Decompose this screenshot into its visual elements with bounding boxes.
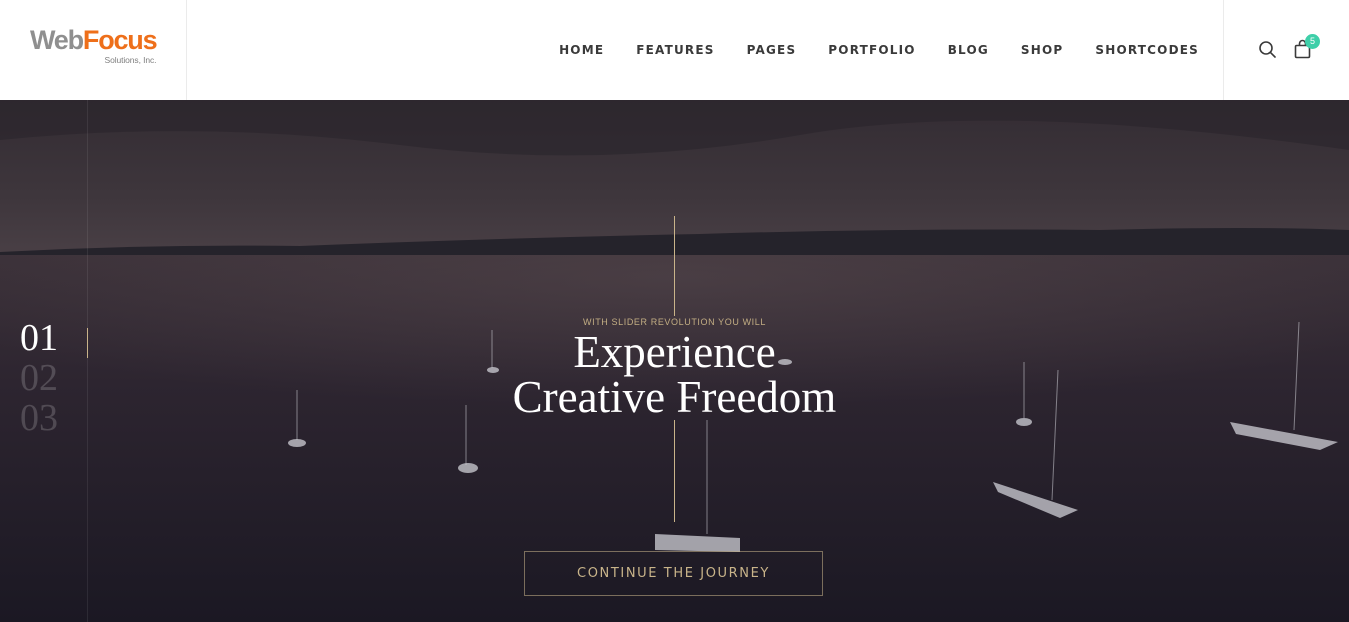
- nav-pages[interactable]: PAGES: [747, 43, 797, 57]
- nav-portfolio[interactable]: PORTFOLIO: [828, 43, 915, 57]
- headline-line-2: Creative Freedom: [512, 372, 837, 422]
- slide-eyebrow: WITH SLIDER REVOLUTION YOU WILL: [583, 317, 766, 327]
- decorative-line-top: [674, 216, 675, 316]
- logo-area: WebFocus Solutions, Inc.: [0, 0, 187, 100]
- nav-shortcodes[interactable]: SHORTCODES: [1095, 43, 1199, 57]
- nav-features[interactable]: FEATURES: [636, 43, 714, 57]
- nav-home[interactable]: HOME: [559, 43, 604, 57]
- decorative-line-bottom: [674, 420, 675, 522]
- site-header: WebFocus Solutions, Inc. HOME FEATURES P…: [0, 0, 1349, 100]
- logo-tagline: Solutions, Inc.: [104, 55, 157, 65]
- main-nav: HOME FEATURES PAGES PORTFOLIO BLOG SHOP …: [527, 0, 1199, 100]
- hero-slider: 01 02 03 WITH SLIDER REVOLUTION YOU WILL…: [0, 100, 1349, 622]
- nav-shop[interactable]: SHOP: [1021, 43, 1063, 57]
- continue-journey-button[interactable]: CONTINUE THE JOURNEY: [524, 551, 823, 596]
- site-logo[interactable]: WebFocus Solutions, Inc.: [30, 25, 158, 65]
- cart-count-badge: 5: [1305, 34, 1320, 49]
- nav-blog[interactable]: BLOG: [948, 43, 989, 57]
- search-icon[interactable]: [1258, 40, 1278, 60]
- logo-wordmark: WebFocus: [30, 25, 158, 55]
- header-actions: 5: [1223, 0, 1349, 100]
- headline-line-1: Experience: [573, 327, 776, 377]
- slide-headline: Experience Creative Freedom: [0, 330, 1349, 420]
